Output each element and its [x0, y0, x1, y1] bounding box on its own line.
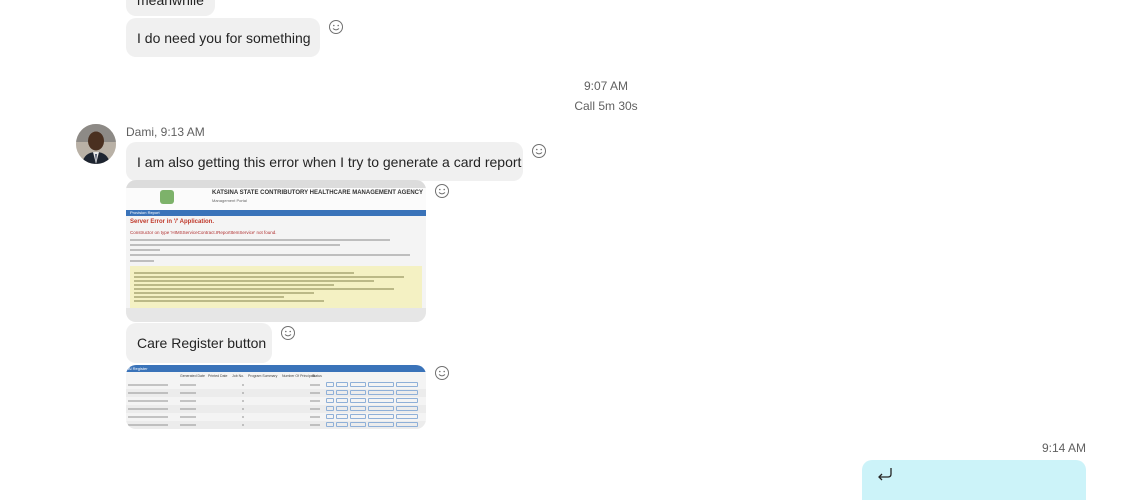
message-bubble[interactable]: I do need you for something: [126, 18, 320, 57]
register-header-label: Al Register: [128, 366, 148, 371]
stack-trace-line: [134, 280, 374, 282]
agency-logo: [160, 190, 174, 204]
message-text: Care Register button: [137, 335, 267, 351]
message-bubble-partial: meanwhile: [126, 0, 215, 16]
table-row: [126, 421, 426, 429]
column-header: Status: [312, 374, 322, 378]
divider-timestamp: 9:07 AM: [583, 79, 629, 93]
add-reaction-icon[interactable]: [531, 143, 547, 159]
register-columns: Generated Date Printed Date Job No. Prog…: [126, 374, 426, 380]
server-error-title: Server Error in '/' Application.: [130, 219, 214, 225]
add-reaction-icon[interactable]: [328, 19, 344, 35]
table-row: [126, 389, 426, 397]
column-header: Generated Date: [180, 374, 205, 378]
error-screenshot-image[interactable]: KATSINA STATE CONTRIBUTORY HEALTHCARE MA…: [126, 180, 426, 322]
server-error-detail: Constructor on type 'HIMSServiceContract…: [130, 230, 277, 235]
message-bubble[interactable]: Care Register button: [126, 323, 272, 363]
reply-arrow-icon: [876, 466, 896, 487]
register-header: [126, 365, 426, 372]
browser-toolbar: [126, 180, 426, 188]
error-text-line: [130, 244, 340, 246]
column-header: Program Summary: [248, 374, 278, 378]
message-text: I do need you for something: [137, 30, 311, 46]
portal-nav: [126, 210, 426, 216]
outgoing-timestamp: 9:14 AM: [1042, 441, 1087, 455]
error-text-line: [130, 239, 390, 241]
column-header: Number Of Principals: [282, 374, 316, 378]
avatar[interactable]: [76, 124, 116, 164]
column-header: Job No.: [232, 374, 245, 378]
portal-subtitle: Management Portal: [212, 198, 247, 203]
error-text-line: [130, 260, 154, 262]
stack-trace-line: [134, 300, 324, 302]
stack-trace-line: [134, 272, 354, 274]
table-row: [126, 405, 426, 413]
version-footer: [126, 308, 426, 322]
column-header: Printed Date: [208, 374, 228, 378]
table-row: [126, 397, 426, 405]
sender-name-time: Dami, 9:13 AM: [126, 125, 205, 139]
stack-trace-line: [134, 296, 284, 298]
stack-trace-line: [134, 276, 404, 278]
agency-title: KATSINA STATE CONTRIBUTORY HEALTHCARE MA…: [212, 190, 423, 196]
message-text: meanwhile: [137, 0, 204, 8]
register-screenshot-image[interactable]: Al Register Generated Date Printed Date …: [126, 365, 426, 429]
stack-trace-line: [134, 292, 314, 294]
table-row: [126, 413, 426, 421]
add-reaction-icon[interactable]: [280, 325, 296, 341]
error-text-line: [130, 249, 160, 251]
add-reaction-icon[interactable]: [434, 183, 450, 199]
message-text: I am also getting this error when I try …: [137, 154, 522, 170]
message-bubble[interactable]: I am also getting this error when I try …: [126, 142, 523, 181]
table-row: [126, 381, 426, 389]
portal-nav-label: Provision Report: [130, 210, 160, 215]
add-reaction-icon[interactable]: [434, 365, 450, 381]
stack-trace-line: [134, 288, 394, 290]
call-duration: Call 5m 30s: [574, 99, 638, 113]
error-text-line: [130, 254, 410, 256]
stack-trace-line: [134, 284, 334, 286]
